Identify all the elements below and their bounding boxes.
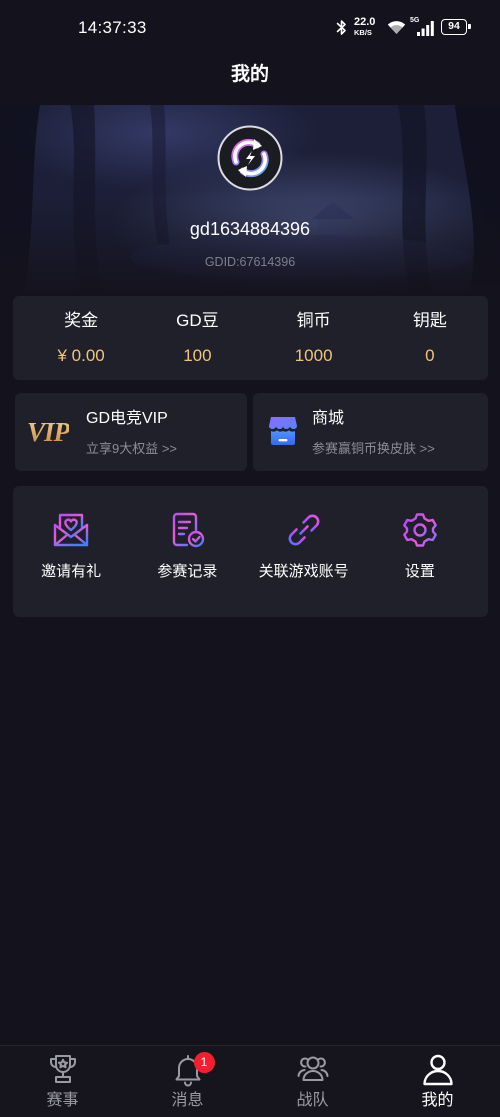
- stat-label: 铜币: [296, 311, 331, 330]
- battery-level: 94: [448, 20, 460, 32]
- network-speed: 22.0 KB/S: [354, 16, 382, 38]
- nav-label: 战队: [296, 1092, 329, 1109]
- battery-icon: 94: [441, 19, 471, 35]
- person-icon: [420, 1051, 456, 1087]
- network-speed-unit: KB/S: [354, 28, 372, 37]
- team-icon: [295, 1051, 331, 1087]
- wallet-stats-card: 奖金 ¥ 0.00 GD豆 100 铜币 1000 钥匙 0: [13, 296, 488, 380]
- vip-card[interactable]: VIP GD电竞VIP 立享9大权益 >>: [15, 393, 247, 471]
- nav-tab-team[interactable]: 战队: [250, 1046, 375, 1117]
- nav-label: 赛事: [46, 1092, 79, 1109]
- gear-icon: [400, 510, 440, 550]
- menu-label: 邀请有礼: [41, 563, 102, 580]
- stat-value: 1000: [294, 346, 333, 365]
- stat-label: 钥匙: [412, 311, 447, 330]
- link-icon: [284, 510, 324, 550]
- envelope-heart-icon: [51, 510, 91, 550]
- menu-item-link-game-account[interactable]: 关联游戏账号: [246, 486, 362, 617]
- document-check-icon: [167, 510, 207, 550]
- stat-label: GD豆: [176, 311, 219, 330]
- status-time: 14:37:33: [78, 18, 147, 37]
- nav-tab-messages[interactable]: 1 消息: [125, 1046, 250, 1117]
- bottom-nav: 赛事 1 消息 战队 我的: [0, 1045, 500, 1117]
- stat-value: ¥ 0.00: [57, 346, 105, 365]
- vip-card-title: GD电竞VIP: [86, 410, 168, 427]
- store-icon: [267, 415, 299, 447]
- menu-label: 设置: [404, 563, 435, 580]
- shop-card-title: 商城: [312, 410, 345, 427]
- stat-bonus[interactable]: 奖金 ¥ 0.00: [23, 296, 139, 380]
- stat-value: 0: [425, 346, 435, 365]
- wifi-icon: [387, 20, 406, 35]
- vip-logo: VIP: [27, 417, 70, 447]
- stat-label: 奖金: [64, 311, 99, 330]
- menu-item-settings[interactable]: 设置: [362, 486, 478, 617]
- page-title: 我的: [230, 64, 269, 85]
- nav-tab-me[interactable]: 我的: [375, 1046, 500, 1117]
- stat-copper-coins[interactable]: 铜币 1000: [256, 296, 372, 380]
- stat-gd-beans[interactable]: GD豆 100: [139, 296, 255, 380]
- network-speed-value: 22.0: [354, 16, 376, 28]
- vip-card-subtitle: 立享9大权益 >>: [86, 441, 178, 456]
- nav-tab-events[interactable]: 赛事: [0, 1046, 125, 1117]
- status-bar: 14:37:33 22.0 KB/S 5G 94: [0, 0, 500, 56]
- user-gdid: GDID:67614396: [204, 255, 296, 269]
- bluetooth-icon: [336, 19, 347, 36]
- user-avatar[interactable]: [217, 125, 283, 191]
- trophy-icon: [45, 1051, 81, 1087]
- menu-item-match-records[interactable]: 参赛记录: [129, 486, 245, 617]
- nav-label: 我的: [421, 1092, 454, 1109]
- menu-label: 参赛记录: [157, 563, 218, 580]
- cellular-signal-icon: 5G: [410, 17, 435, 37]
- unread-badge: 1: [193, 1052, 215, 1073]
- username: gd1634884396: [189, 219, 311, 239]
- menu-item-invite[interactable]: 邀请有礼: [13, 486, 129, 617]
- nav-label: 消息: [171, 1092, 204, 1109]
- menu-label: 关联游戏账号: [258, 563, 349, 580]
- stat-keys[interactable]: 钥匙 0: [372, 296, 488, 380]
- feature-menu: 邀请有礼 参赛记录 关联游戏账号 设置: [13, 486, 488, 617]
- stat-value: 100: [183, 346, 212, 365]
- shop-card-subtitle: 参赛赢铜币换皮肤 >>: [312, 441, 435, 456]
- shop-card[interactable]: 商城 参赛赢铜币换皮肤 >>: [253, 393, 488, 471]
